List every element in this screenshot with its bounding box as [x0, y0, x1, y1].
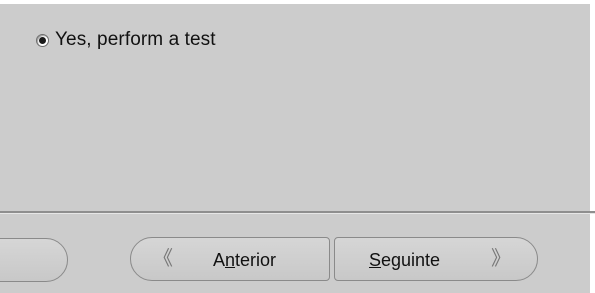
- next-button[interactable]: Seguinte 》: [334, 237, 538, 281]
- next-label-mnemonic: S: [369, 250, 382, 270]
- content-panel: Yes, perform a test: [0, 4, 590, 211]
- back-button[interactable]: 《 Anterior: [130, 237, 330, 281]
- back-label-suffix: terior: [235, 250, 277, 270]
- next-label-suffix: eguinte: [381, 250, 441, 270]
- double-chevron-right-icon: 》: [491, 248, 511, 270]
- perform-test-radio[interactable]: [36, 33, 49, 47]
- perform-test-option[interactable]: Yes, perform a test: [36, 29, 216, 51]
- double-chevron-left-icon: 《: [153, 248, 173, 270]
- back-label-prefix: A: [213, 250, 226, 270]
- back-button-label: Anterior: [213, 249, 276, 271]
- partial-left-button[interactable]: [0, 238, 68, 282]
- button-bar: 《 Anterior Seguinte 》: [0, 214, 590, 293]
- next-button-label: Seguinte: [369, 249, 440, 271]
- radio-selected-dot: [39, 36, 46, 44]
- wizard-window: Yes, perform a test 《 Anterior Seguinte …: [0, 0, 595, 293]
- back-label-mnemonic: n: [225, 250, 236, 270]
- perform-test-label[interactable]: Yes, perform a test: [55, 29, 216, 51]
